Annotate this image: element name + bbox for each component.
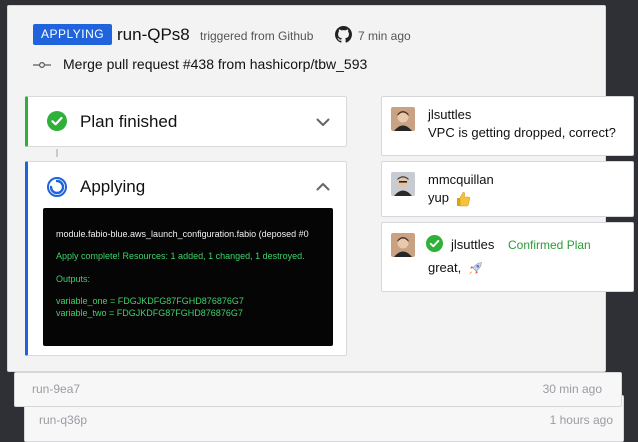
log-line: module.fabio-blue.aws_launch_configurati… <box>56 229 309 239</box>
comment-card: jlsuttles VPC is getting dropped, correc… <box>381 96 634 156</box>
step-connector <box>56 149 58 157</box>
previous-run-id: run-q36p <box>39 413 88 427</box>
avatar[interactable] <box>391 107 415 131</box>
comment-text: yup <box>428 190 471 207</box>
git-commit-icon <box>33 62 51 68</box>
github-icon <box>335 26 352 43</box>
log-line: variable_two = FDGJKDFG87FGHD876876G7 <box>56 308 243 318</box>
comment-text: VPC is getting dropped, correct? <box>428 125 616 140</box>
comment-card: mmcquillan yup <box>381 161 634 217</box>
previous-run-time: 30 min ago <box>542 382 602 396</box>
log-line: variable_one = FDGJKDFG87FGHD876876G7 <box>56 296 244 306</box>
thumbs-up-emoji <box>456 191 470 206</box>
spinner-icon <box>47 177 67 197</box>
log-line: Outputs: <box>56 274 91 284</box>
apply-step-title: Applying <box>80 177 146 196</box>
avatar[interactable] <box>391 233 415 257</box>
confirmed-plan-label: Confirmed Plan <box>508 238 591 252</box>
plan-step-title: Plan finished <box>80 112 178 131</box>
previous-run-time: 1 hours ago <box>549 413 613 427</box>
trigger-source: triggered from Github <box>200 29 314 43</box>
run-timestamp: 7 min ago <box>358 29 411 43</box>
comment-username[interactable]: mmcquillan <box>428 172 494 188</box>
apply-step-panel[interactable]: Applying module.fabio-blue.aws_launch_co… <box>25 161 347 356</box>
comment-text: great, <box>428 260 483 277</box>
avatar[interactable] <box>391 172 415 196</box>
plan-step-panel[interactable]: Plan finished <box>25 96 347 147</box>
run-id[interactable]: run-QPs8 <box>117 24 190 46</box>
apply-log-terminal[interactable]: module.fabio-blue.aws_launch_configurati… <box>43 208 333 346</box>
chevron-up-icon[interactable] <box>316 182 330 191</box>
chevron-down-icon[interactable] <box>316 118 330 127</box>
comment-username[interactable]: jlsuttles <box>428 107 471 123</box>
log-line: Apply complete! Resources: 1 added, 1 ch… <box>56 251 305 261</box>
rocket-emoji <box>469 261 483 275</box>
comment-username[interactable]: jlsuttles <box>451 237 494 253</box>
status-badge: APPLYING <box>33 24 113 45</box>
comment-card: jlsuttles Confirmed Plan great, <box>381 222 634 292</box>
previous-run-id: run-9ea7 <box>32 382 81 396</box>
check-circle-icon <box>426 235 443 252</box>
commit-message[interactable]: Merge pull request #438 from hashicorp/t… <box>63 56 367 73</box>
previous-run-card-1[interactable]: run-9ea7 30 min ago <box>14 372 622 407</box>
check-circle-icon <box>47 111 67 131</box>
